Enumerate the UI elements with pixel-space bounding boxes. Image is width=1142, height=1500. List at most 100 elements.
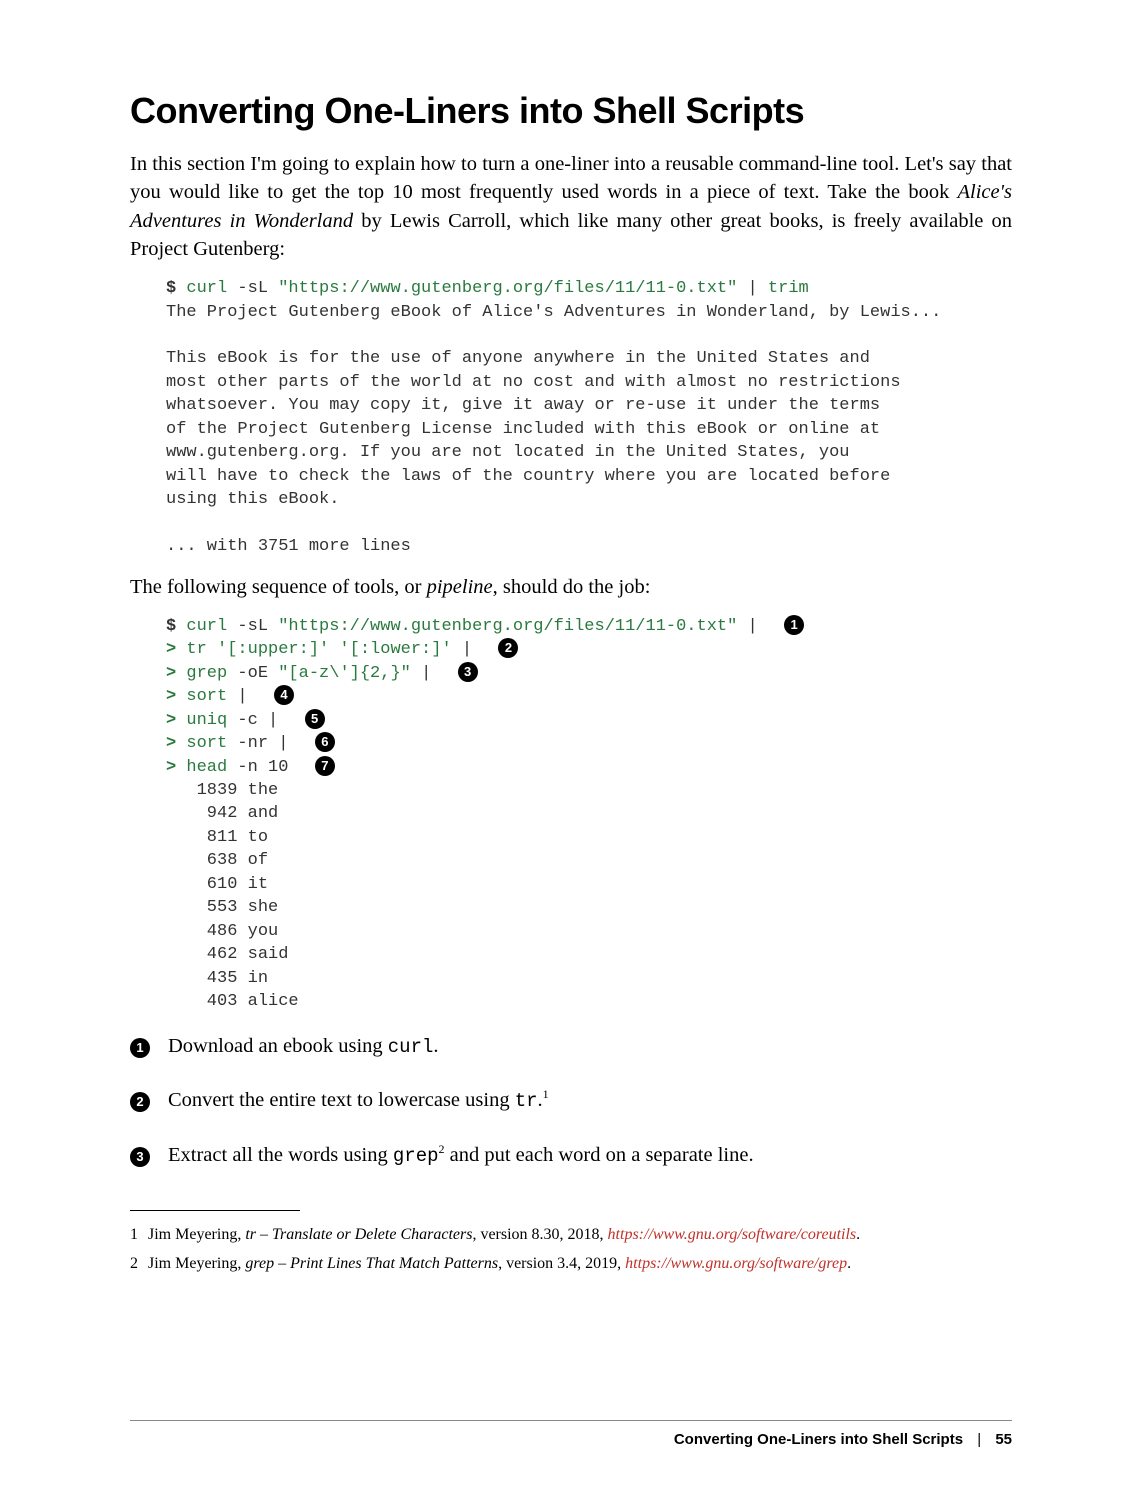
fn-author: Jim Meyering, (148, 1255, 245, 1272)
pipe: | (748, 279, 758, 298)
mid-text-a: The following sequence of tools, or (130, 576, 427, 598)
fn-author: Jim Meyering, (148, 1226, 245, 1243)
output-line: 1839 the (166, 781, 278, 800)
output-line: 553 she (166, 898, 278, 917)
pipe: | (748, 617, 758, 636)
cmd-sort: sort (186, 734, 227, 753)
fn-title: tr – Translate or Delete Characters (245, 1226, 472, 1243)
continuation: > (166, 687, 176, 706)
cmd-tr: tr (186, 640, 206, 659)
output-line: 462 said (166, 945, 288, 964)
callout-3-marker: 3 (458, 662, 478, 682)
callout-4-marker: 4 (274, 685, 294, 705)
uniq-flag: -c (237, 711, 257, 730)
cmd-sort: sort (186, 687, 227, 706)
callout-2-icon: 2 (130, 1092, 150, 1112)
output-line: 942 and (166, 804, 278, 823)
fn-end: . (847, 1255, 851, 1272)
callout-1-marker: 1 (784, 615, 804, 635)
output-line: The Project Gutenberg eBook of Alice's A… (166, 303, 941, 322)
footnote-num: 2 (130, 1250, 148, 1277)
fn-mid: , version 3.4, 2019, (498, 1255, 625, 1272)
fn-mid: , version 8.30, 2018, (472, 1226, 607, 1243)
text: and put each word on a separate line. (445, 1144, 754, 1166)
footnote-body: Jim Meyering, grep – Print Lines That Ma… (148, 1250, 1012, 1277)
text: Download an ebook using (168, 1035, 388, 1057)
grep-flag: -oE (237, 664, 268, 683)
continuation: > (166, 758, 176, 777)
pipe: | (462, 640, 472, 659)
curl-args: -sL (237, 617, 268, 636)
curl-args: -sL (237, 279, 268, 298)
continuation: > (166, 734, 176, 753)
tr-args: '[:upper:]' '[:lower:]' (217, 640, 452, 659)
output-line: 435 in (166, 969, 268, 988)
footnote-link[interactable]: https://www.gnu.org/software/coreutils (608, 1226, 857, 1243)
pipe: | (278, 734, 288, 753)
mid-text-b: , should do the job: (493, 576, 651, 598)
text: . (433, 1035, 438, 1057)
output-line: This eBook is for the use of anyone anyw… (166, 349, 870, 368)
sort-flag: -nr (237, 734, 268, 753)
callout-6-marker: 6 (315, 732, 335, 752)
output-line: using this eBook. (166, 490, 339, 509)
footnote-num: 1 (130, 1221, 148, 1248)
cmd-uniq: uniq (186, 711, 227, 730)
cmd-curl: curl (186, 617, 227, 636)
footer-title: Converting One-Liners into Shell Scripts (674, 1431, 963, 1448)
intro-text-a: In this section I'm going to explain how… (130, 153, 1012, 203)
output-line: whatsoever. You may copy it, give it awa… (166, 396, 880, 415)
continuation: > (166, 711, 176, 730)
footer-separator: | (977, 1431, 981, 1448)
code-block-2: $ curl -sL "https://www.gutenberg.org/fi… (166, 615, 1012, 1014)
output-line: of the Project Gutenberg License include… (166, 420, 880, 439)
output-line: will have to check the laws of the count… (166, 467, 890, 486)
footnote-link[interactable]: https://www.gnu.org/software/grep (625, 1255, 847, 1272)
callout-3-icon: 3 (130, 1147, 150, 1167)
callout-item-2: 2 Convert the entire text to lowercase u… (130, 1086, 1012, 1115)
section-heading: Converting One-Liners into Shell Scripts (130, 90, 1012, 132)
callout-2-marker: 2 (498, 638, 518, 658)
footnote-body: Jim Meyering, tr – Translate or Delete C… (148, 1221, 1012, 1248)
callout-item-3: 3 Extract all the words using grep2 and … (130, 1141, 1012, 1170)
cmd-head: head (186, 758, 227, 777)
callout-1-icon: 1 (130, 1038, 150, 1058)
code-tr: tr (515, 1090, 538, 1112)
callout-5-marker: 5 (305, 709, 325, 729)
continuation: > (166, 640, 176, 659)
curl-url: "https://www.gutenberg.org/files/11/11-0… (278, 279, 737, 298)
footnote-1: 1 Jim Meyering, tr – Translate or Delete… (130, 1221, 1012, 1248)
intro-paragraph: In this section I'm going to explain how… (130, 150, 1012, 263)
fn-end: . (856, 1226, 860, 1243)
output-line: ... with 3751 more lines (166, 537, 411, 556)
cmd-grep: grep (186, 664, 227, 683)
footnote-rule (130, 1210, 300, 1211)
code-grep: grep (393, 1145, 439, 1167)
output-line: 486 you (166, 922, 278, 941)
callout-2-text: Convert the entire text to lowercase usi… (168, 1086, 549, 1115)
output-line: 811 to (166, 828, 268, 847)
mid-paragraph: The following sequence of tools, or pipe… (130, 573, 1012, 601)
pipe: | (237, 687, 247, 706)
pipe: | (268, 711, 278, 730)
callout-list: 1 Download an ebook using curl. 2 Conver… (130, 1032, 1012, 1170)
callout-item-1: 1 Download an ebook using curl. (130, 1032, 1012, 1061)
callout-3-text: Extract all the words using grep2 and pu… (168, 1141, 754, 1170)
head-flag: -n 10 (237, 758, 288, 777)
output-line: 403 alice (166, 992, 299, 1011)
output-line: www.gutenberg.org. If you are not locate… (166, 443, 850, 462)
footnote-2: 2 Jim Meyering, grep – Print Lines That … (130, 1250, 1012, 1277)
continuation: > (166, 664, 176, 683)
code-block-1: $ curl -sL "https://www.gutenberg.org/fi… (166, 277, 1012, 558)
output-line: most other parts of the world at no cost… (166, 373, 901, 392)
footnotes: 1 Jim Meyering, tr – Translate or Delete… (130, 1221, 1012, 1277)
pipe: | (421, 664, 431, 683)
text: Extract all the words using (168, 1144, 393, 1166)
cmd-curl: curl (186, 279, 227, 298)
code-curl: curl (388, 1036, 434, 1058)
text: Convert the entire text to lowercase usi… (168, 1089, 515, 1111)
callout-1-text: Download an ebook using curl. (168, 1032, 439, 1061)
page-footer: Converting One-Liners into Shell Scripts… (130, 1420, 1012, 1448)
output-line: 638 of (166, 851, 268, 870)
prompt: $ (166, 279, 176, 298)
